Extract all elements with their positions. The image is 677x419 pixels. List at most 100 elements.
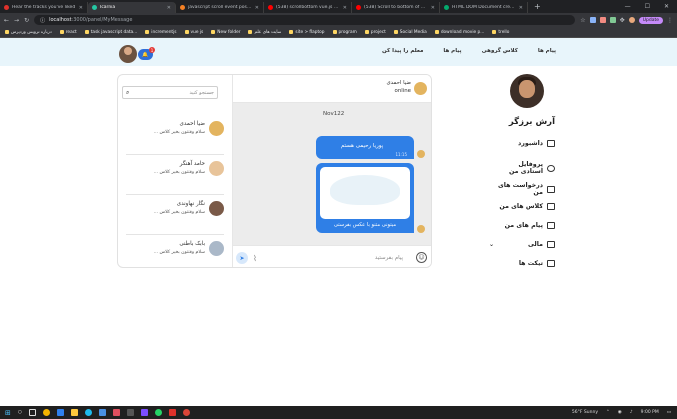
sidebar-item-my-messages[interactable]: پیام های من [495,222,555,229]
notifications-icon[interactable]: ▭ [667,410,671,415]
minimize-icon[interactable]: — [625,3,631,10]
bookmark-item[interactable]: درباره ترویس وردپرس [5,30,52,35]
send-button[interactable]: ➤ [236,252,248,264]
close-icon[interactable]: ✕ [79,5,83,11]
chrome-icon[interactable] [42,409,50,416]
browser-tab[interactable]: HTML DOM Document createT ✕ [440,2,528,13]
sidebar-item-requests[interactable]: درخواست های من [495,182,555,196]
folder-icon [84,30,89,34]
reload-icon[interactable]: ↻ [24,17,29,24]
store-icon[interactable] [98,409,106,416]
vscode-icon[interactable] [56,409,64,416]
bookmark-item[interactable]: program [332,30,357,35]
nav-link-group-class[interactable]: کلاس گروهی [482,48,518,54]
chrome-icon[interactable] [182,409,190,416]
windows-start-icon[interactable]: ⊞ [5,409,11,417]
app-icon[interactable] [140,409,148,416]
menu-dots-icon[interactable]: ⋮ [667,17,673,24]
browser-tab[interactable]: (538) Scroll to bottom of div wi ✕ [352,2,440,13]
avatar [209,241,224,256]
chevron-up-icon[interactable]: ⌃ [606,410,610,415]
sidebar-item-my-classes[interactable]: کلاس های من [495,203,555,210]
bookmark-item[interactable]: New folder [211,30,240,35]
conversation-item[interactable]: بابک باطنی سلام وقتتون بخیر کلاس ... [126,235,224,267]
search-icon[interactable]: ⌕ [126,89,129,97]
folder-icon [289,30,294,34]
sidebar-item-dashboard[interactable]: داشبورد [495,140,555,147]
avatar [417,225,425,233]
url-path: :3000/panel/MyMessage [71,17,133,23]
tab-title: Icarnia [100,5,116,10]
info-icon[interactable]: ⓘ [40,17,45,24]
terminal-icon[interactable] [126,409,134,416]
app-icon[interactable] [168,409,176,416]
paperclip-icon[interactable]: ⌇ [250,252,260,264]
conversation-item[interactable]: نگار نهاوندی سلام وقتتون بخیر کلاس ... [126,195,224,235]
browser-tab[interactable]: (538) scrollbottom vue.js - YouT✕ [264,2,352,13]
close-icon[interactable]: ✕ [431,5,435,11]
bookmark-item[interactable]: Social Media [393,30,427,35]
profile-icon[interactable] [628,17,635,23]
sidebar-item-teacher-profile[interactable]: پروفایل استادی من [495,161,555,175]
chevron-down-icon[interactable]: ⌄ [489,241,494,248]
conversation-item[interactable]: ضیا احمدی سلام وقتتون بخیر کلاس ... [126,115,224,155]
app-icon[interactable] [112,409,120,416]
update-button[interactable]: Update [638,16,663,24]
message-image[interactable] [320,167,410,219]
puzzle-icon[interactable]: ✥ [620,17,625,24]
bookmark-item[interactable]: trello [492,30,509,35]
nav-link-messages[interactable]: پیام ها [538,48,556,54]
search-icon[interactable]: ○ [18,410,22,415]
extension-icon[interactable] [609,17,616,23]
bookmark-item[interactable]: vue js [184,30,203,35]
sidebar-item-tickets[interactable]: تیکت ها [495,260,555,267]
forward-icon[interactable]: → [14,17,19,24]
close-window-icon[interactable]: ✕ [664,3,669,10]
bookmark-item[interactable]: react [59,30,77,35]
avatar [209,121,224,136]
nav-link-messages-2[interactable]: پیام ها [443,48,461,54]
whatsapp-icon[interactable] [154,409,162,416]
weather-status[interactable]: 56°F Sunny [572,410,598,415]
bookmark-star-icon[interactable]: ☆ [580,17,585,24]
task-view-icon[interactable] [28,409,36,416]
edge-icon[interactable] [84,409,92,416]
new-tab-button[interactable]: + [534,2,541,11]
bookmark-item[interactable]: task javascript data... [84,30,137,35]
back-icon[interactable]: ← [4,17,9,24]
avatar[interactable] [119,45,137,63]
sidebar-item-finance[interactable]: مالی ⌄ [489,241,555,248]
close-icon[interactable]: ✕ [167,5,171,11]
bookmark-item[interactable]: download movie p... [434,30,484,35]
tab-favicon-icon [4,5,9,10]
file-explorer-icon[interactable] [70,409,78,416]
close-icon[interactable]: ✕ [519,5,523,11]
browser-tab-active[interactable]: Icarnia ✕ [88,2,176,13]
conversation-item[interactable]: حامد آهنگر سلام وقتتون بخیر کلاس ... [126,155,224,195]
site-navbar: 🔔 1 پیام ها کلاس گروهی پیام ها معلم را پ… [0,38,677,66]
bookmark-item[interactable]: سایت های علم [248,30,281,35]
url-input[interactable]: ⓘ localhost:3000/panel/MyMessage [34,15,576,25]
bookmark-item[interactable]: project [364,30,386,35]
network-icon[interactable]: ◉ [618,410,622,415]
volume-icon[interactable]: ♪ [630,410,633,415]
clock[interactable]: 9:00 PM [641,410,659,415]
search-input[interactable] [144,89,214,96]
browser-tab[interactable]: javascript scroll event position ✕ [176,2,264,13]
dashboard-icon [547,140,555,147]
message-input[interactable] [263,251,403,265]
close-icon[interactable]: ✕ [255,5,259,11]
tab-favicon-icon [180,5,185,10]
conversation-preview: سلام وقتتون بخیر کلاس ... [153,210,205,215]
bookmark-item[interactable]: incrementjs [145,30,177,35]
emoji-icon[interactable]: ☺ [416,252,427,263]
close-icon[interactable]: ✕ [343,5,347,11]
tab-title: Hear the tracks you've liked [12,5,76,10]
nav-link-find-teacher[interactable]: معلم را پیدا کن [382,48,423,54]
extension-icon[interactable] [589,17,596,23]
notification-button[interactable]: 🔔 1 [138,47,155,60]
extension-icon[interactable] [599,17,606,23]
browser-tab[interactable]: Hear the tracks you've liked ✕ [0,2,88,13]
bookmark-item[interactable]: site > flaptop [289,30,325,35]
maximize-icon[interactable]: ☐ [645,3,650,10]
